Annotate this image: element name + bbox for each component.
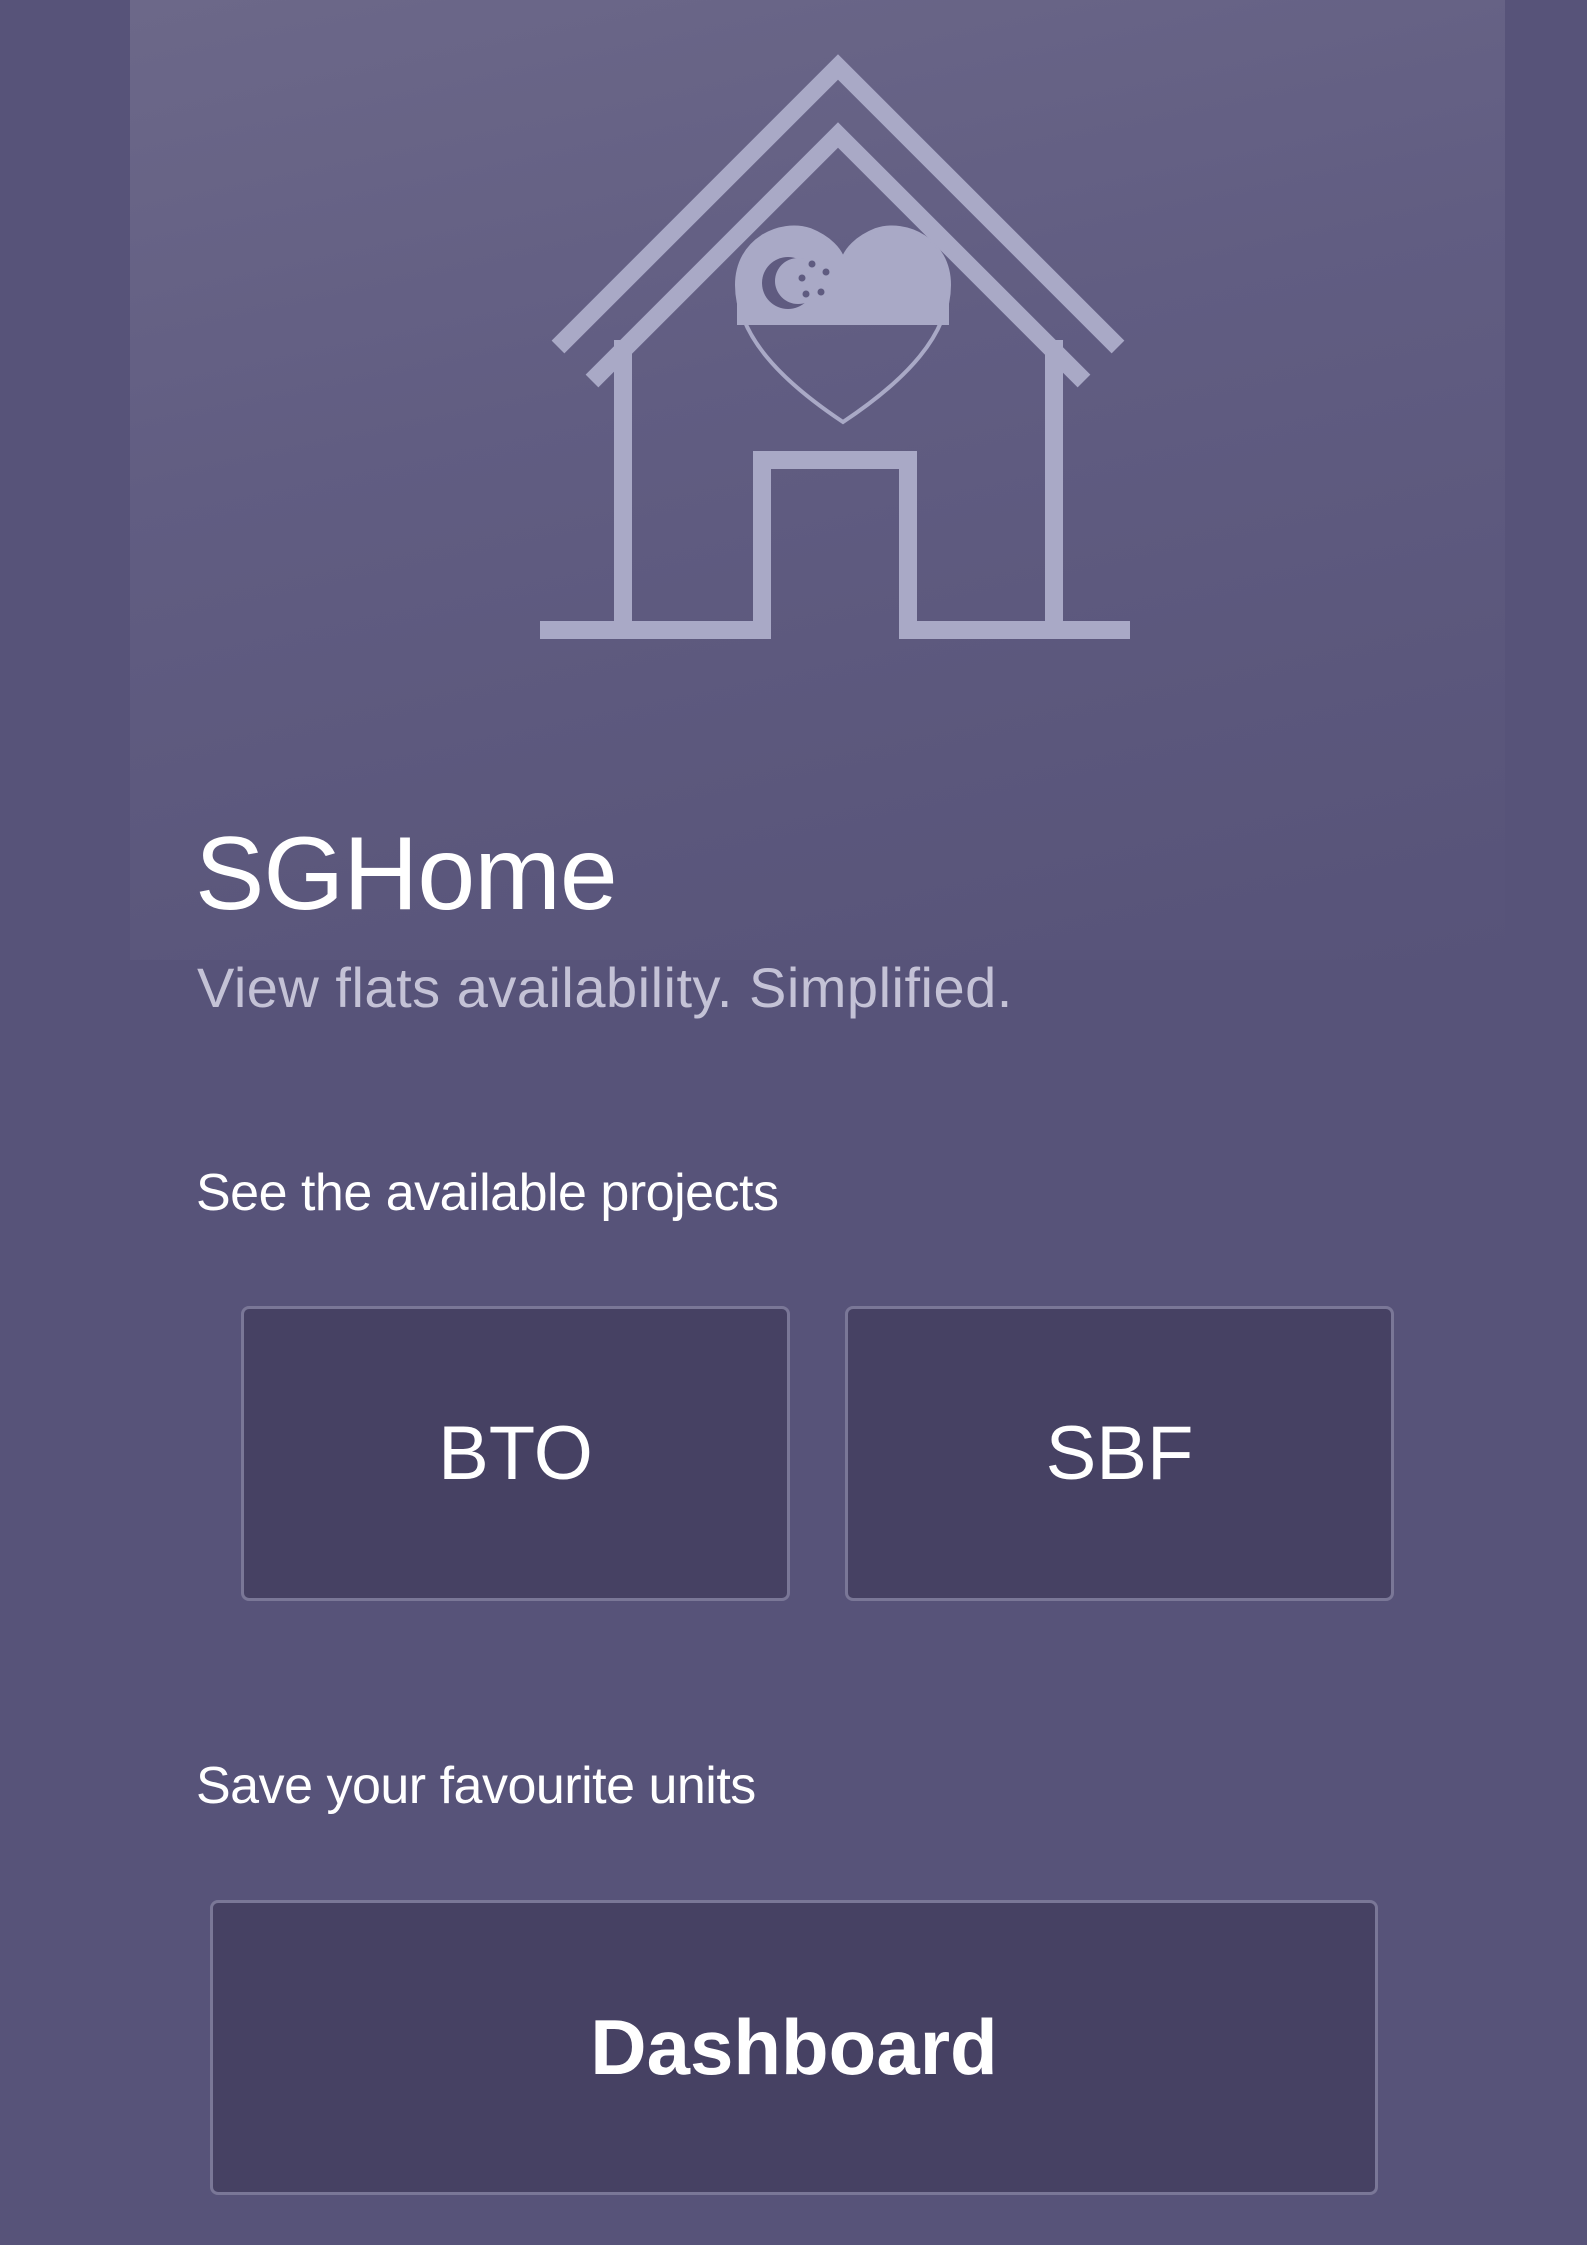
favourites-section-label: Save your favourite units (196, 1757, 756, 1815)
projects-section-label: See the available projects (196, 1164, 779, 1222)
app-title: SGHome (195, 816, 618, 932)
app-subtitle: View flats availability. Simplified. (197, 956, 1013, 1019)
bto-button[interactable]: BTO (241, 1306, 790, 1601)
dashboard-button[interactable]: Dashboard (210, 1900, 1378, 2195)
sbf-button[interactable]: SBF (845, 1306, 1394, 1601)
house-heart-icon (540, 54, 1130, 639)
